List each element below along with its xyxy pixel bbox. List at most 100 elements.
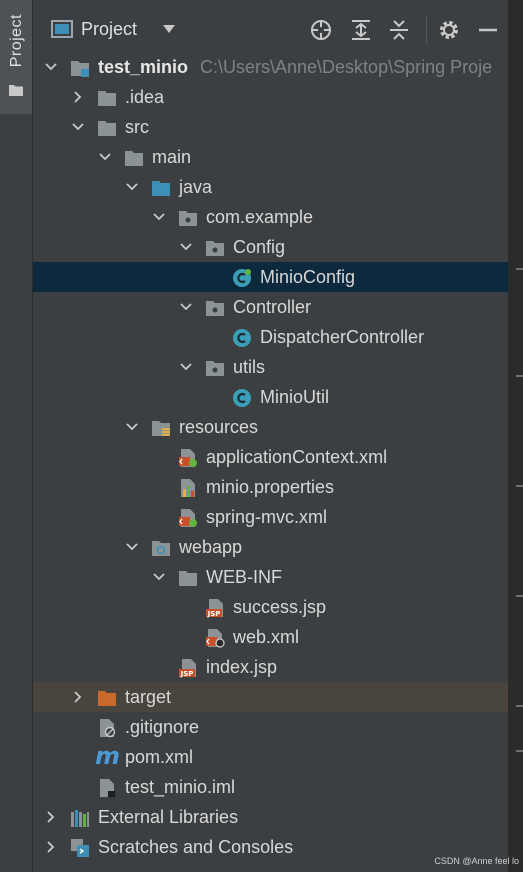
tree-label: .idea	[125, 87, 165, 107]
module-folder-icon	[71, 61, 89, 77]
properties-file-icon	[181, 479, 195, 497]
libraries-icon	[71, 810, 89, 827]
chevron-right-icon[interactable]	[72, 691, 84, 703]
chevron-down-icon[interactable]	[180, 361, 192, 373]
resources-folder-icon	[152, 421, 170, 436]
tree-label: spring-mvc.xml	[206, 507, 328, 527]
project-view-icon	[51, 20, 73, 38]
jsp-badge: JSP	[207, 610, 221, 618]
gutter-mark	[516, 595, 523, 597]
tree-row-webapp[interactable]: webapp	[33, 532, 508, 562]
chevron-down-icon[interactable]	[126, 181, 138, 193]
folder-icon	[179, 571, 197, 586]
tree-row-pom-xml[interactable]: m pom.xml	[33, 742, 508, 772]
tree-row-external-libraries[interactable]: External Libraries	[33, 802, 508, 832]
panel-title[interactable]: Project	[81, 19, 137, 40]
tree-label: webapp	[179, 537, 243, 557]
tree-row-utils[interactable]: utils	[33, 352, 508, 382]
chevron-right-icon[interactable]	[72, 91, 84, 103]
jsp-file-icon: JSP	[206, 599, 223, 618]
tree-row-config[interactable]: Config	[33, 232, 508, 262]
maven-icon: m	[95, 742, 121, 770]
project-tool-window-tab[interactable]: Project	[0, 0, 32, 114]
chevron-down-icon[interactable]	[161, 23, 177, 35]
spring-xml-icon	[179, 509, 197, 527]
chevron-down-icon[interactable]	[153, 571, 165, 583]
package-icon	[206, 361, 224, 376]
tree-label: resources	[179, 417, 259, 437]
chevron-down-icon[interactable]	[99, 151, 111, 163]
chevron-down-icon[interactable]	[45, 61, 57, 73]
gutter-mark	[516, 750, 523, 752]
tree-row-index-jsp[interactable]: JSP index.jsp	[33, 652, 508, 682]
folder-icon	[98, 121, 116, 136]
gear-icon[interactable]	[437, 18, 461, 42]
tree-row-success-jsp[interactable]: JSP success.jsp	[33, 592, 508, 622]
expand-all-icon[interactable]	[349, 18, 373, 42]
locate-icon[interactable]	[309, 18, 333, 42]
tree-label: src	[125, 117, 149, 137]
folder-icon	[125, 151, 143, 166]
chevron-down-icon[interactable]	[72, 121, 84, 133]
scratches-icon	[71, 839, 89, 857]
tree-label: success.jsp	[233, 597, 327, 617]
gutter-mark	[516, 268, 523, 270]
tree-row-src[interactable]: src	[33, 112, 508, 142]
tree-row-minio-util[interactable]: MinioUtil	[33, 382, 508, 412]
package-icon	[206, 301, 224, 316]
tree-label: index.jsp	[206, 657, 278, 677]
gutter-mark	[516, 375, 523, 377]
tree-row-com-example[interactable]: com.example	[33, 202, 508, 232]
jsp-badge: JSP	[180, 670, 194, 678]
tree-label: java	[179, 177, 213, 197]
tree-row-resources[interactable]: resources	[33, 412, 508, 442]
chevron-right-icon[interactable]	[45, 841, 57, 853]
tree-label: Controller	[233, 297, 312, 317]
tree-row-target[interactable]: target	[33, 682, 508, 712]
web-xml-icon	[206, 629, 225, 648]
tree-label: WEB-INF	[206, 567, 282, 587]
tree-row-main[interactable]: main	[33, 142, 508, 172]
tree-row-gitignore[interactable]: .gitignore	[33, 712, 508, 742]
tool-window-strip: Project	[0, 0, 33, 872]
tree-label: External Libraries	[98, 807, 239, 827]
chevron-down-icon[interactable]	[153, 211, 165, 223]
tree-row-java[interactable]: java	[33, 172, 508, 202]
tree-row-web-inf[interactable]: WEB-INF	[33, 562, 508, 592]
chevron-down-icon[interactable]	[126, 421, 138, 433]
package-icon	[179, 211, 197, 226]
tree-label: MinioUtil	[260, 387, 330, 407]
collapse-all-icon[interactable]	[387, 18, 411, 42]
project-tab-label: Project	[8, 14, 25, 68]
tree-label: main	[152, 147, 192, 167]
chevron-right-icon[interactable]	[45, 811, 57, 823]
class-icon	[233, 329, 251, 347]
folder-icon	[9, 85, 23, 96]
tree-row-web-xml[interactable]: web.xml	[33, 622, 508, 652]
tree-row-dispatcher-controller[interactable]: DispatcherController	[33, 322, 508, 352]
spring-xml-icon	[179, 449, 197, 467]
tree-row-iml[interactable]: test_minio.iml	[33, 772, 508, 802]
tree-row-application-context[interactable]: applicationContext.xml	[33, 442, 508, 472]
tree-label: applicationContext.xml	[206, 447, 388, 467]
chevron-down-icon[interactable]	[126, 541, 138, 553]
excluded-folder-icon	[98, 691, 116, 706]
source-folder-icon	[152, 181, 170, 196]
module-file-icon	[100, 779, 115, 797]
tree-row-idea[interactable]: .idea	[33, 82, 508, 112]
chevron-down-icon[interactable]	[180, 301, 192, 313]
tree-row-controller[interactable]: Controller	[33, 292, 508, 322]
gutter-mark	[516, 485, 523, 487]
hide-icon[interactable]	[476, 18, 500, 42]
tree-label: test_minio	[98, 57, 189, 77]
project-path: C:\Users\Anne\Desktop\Spring Proje	[200, 57, 493, 77]
web-folder-icon	[152, 541, 170, 556]
tree-row-spring-mvc[interactable]: spring-mvc.xml	[33, 502, 508, 532]
tree-row-minio-properties[interactable]: minio.properties	[33, 472, 508, 502]
tree-label: pom.xml	[125, 747, 194, 767]
watermark: CSDN @Anne feel lo	[434, 856, 519, 866]
tree-row-minio-config[interactable]: MinioConfig	[33, 262, 508, 292]
tree-row-test-minio[interactable]: test_minio C:\Users\Anne\Desktop\Spring …	[33, 52, 508, 82]
chevron-down-icon[interactable]	[180, 241, 192, 253]
header-separator	[426, 16, 427, 44]
